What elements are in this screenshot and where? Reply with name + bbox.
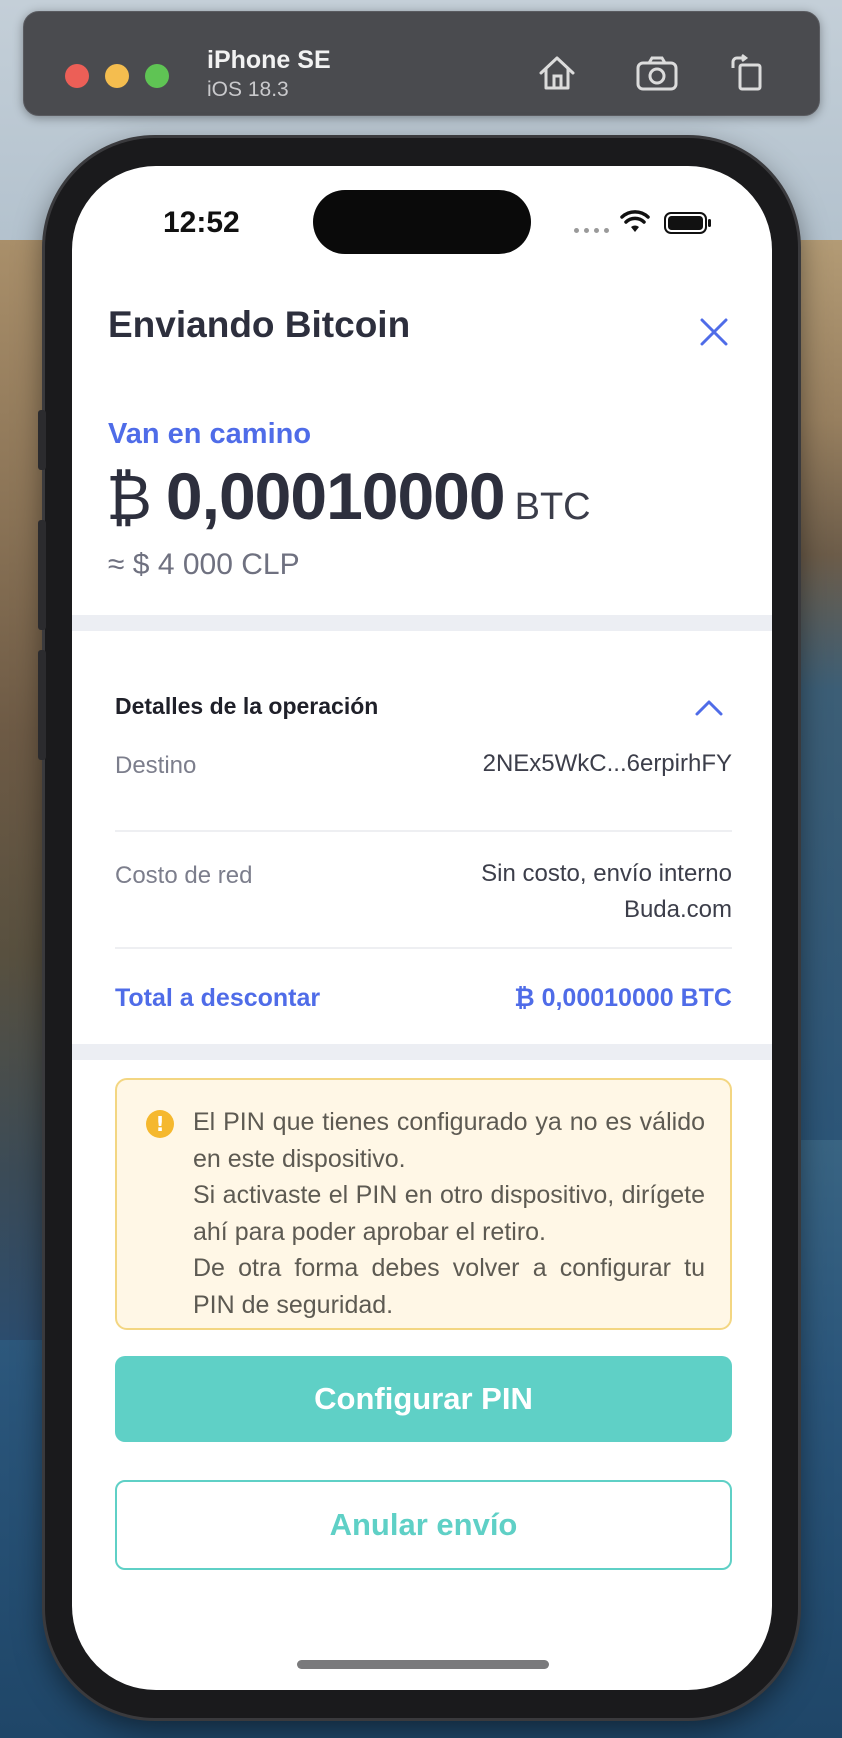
close-icon (700, 318, 728, 346)
cancel-transfer-button[interactable]: Anular envío (115, 1480, 732, 1570)
fiat-equivalent: ≈ $ 4 000 CLP (108, 548, 300, 581)
pin-warning-box: ! El PIN que tienes configurado ya no es… (115, 1078, 732, 1330)
app-screen: 12:52 Enviando Bitcoin Van en camino ₿ 0… (72, 166, 772, 1690)
network-cost-label: Costo de red (115, 862, 253, 889)
window-close-button[interactable] (65, 64, 89, 88)
chevron-up-icon[interactable] (694, 696, 724, 720)
network-cost-line2: Buda.com (623, 896, 732, 923)
warning-line-2: Si activaste el PIN en otro dispositivo,… (193, 1181, 705, 1246)
warning-line-3: De otra forma debes volver a configurar … (193, 1254, 705, 1319)
destination-value: 2NEx5WkC...6erpirhFY (482, 750, 732, 777)
simulator-os-version: iOS 18.3 (207, 78, 289, 101)
cellular-signal-icon (574, 228, 609, 233)
warning-line-1: El PIN que tienes configurado ya no es v… (193, 1108, 705, 1173)
amount-value: 0,00010000 (165, 459, 506, 533)
details-section-title: Detalles de la operación (115, 693, 379, 719)
amount-row: ₿ 0,00010000 BTC (106, 458, 591, 534)
transfer-status-label: Van en camino (108, 418, 312, 450)
device-volume-up (38, 520, 46, 630)
window-minimize-button[interactable] (105, 64, 129, 88)
close-button[interactable] (696, 314, 732, 350)
destination-label: Destino (115, 752, 197, 779)
total-value: ₿ 0,00010000 BTC (514, 984, 732, 1012)
dynamic-island (313, 190, 531, 254)
battery-icon (664, 212, 711, 234)
home-icon (539, 56, 575, 90)
row-divider (115, 830, 732, 832)
configure-pin-button[interactable]: Configurar PIN (115, 1356, 732, 1442)
section-divider (72, 615, 772, 631)
wifi-icon (620, 210, 650, 232)
simulator-toolbar: iPhone SE iOS 18.3 (23, 11, 820, 116)
page-title: Enviando Bitcoin (108, 304, 411, 345)
screenshot-button[interactable] (634, 50, 680, 96)
bitcoin-symbol: ₿ (106, 464, 152, 533)
network-cost-line1: Sin costo, envío interno (481, 860, 732, 887)
section-divider (72, 1044, 772, 1060)
status-bar-time: 12:52 (163, 206, 240, 239)
amount-unit: BTC (514, 486, 591, 528)
device-volume-down (38, 650, 46, 760)
exclamation-icon: ! (146, 1110, 174, 1138)
pin-warning-text: El PIN que tienes configurado ya no es v… (193, 1104, 705, 1324)
screenshot-icon (636, 56, 678, 91)
window-zoom-button[interactable] (145, 64, 169, 88)
simulator-device-name: iPhone SE (207, 46, 331, 74)
home-button[interactable] (534, 50, 580, 96)
rotate-icon (731, 54, 762, 91)
device-mute-switch (38, 410, 46, 470)
row-divider (115, 947, 732, 949)
home-indicator[interactable] (297, 1660, 549, 1669)
network-cost-value: Sin costo, envío interno Buda.com (481, 856, 732, 928)
total-label: Total a descontar (115, 984, 321, 1012)
rotate-button[interactable] (724, 50, 770, 96)
